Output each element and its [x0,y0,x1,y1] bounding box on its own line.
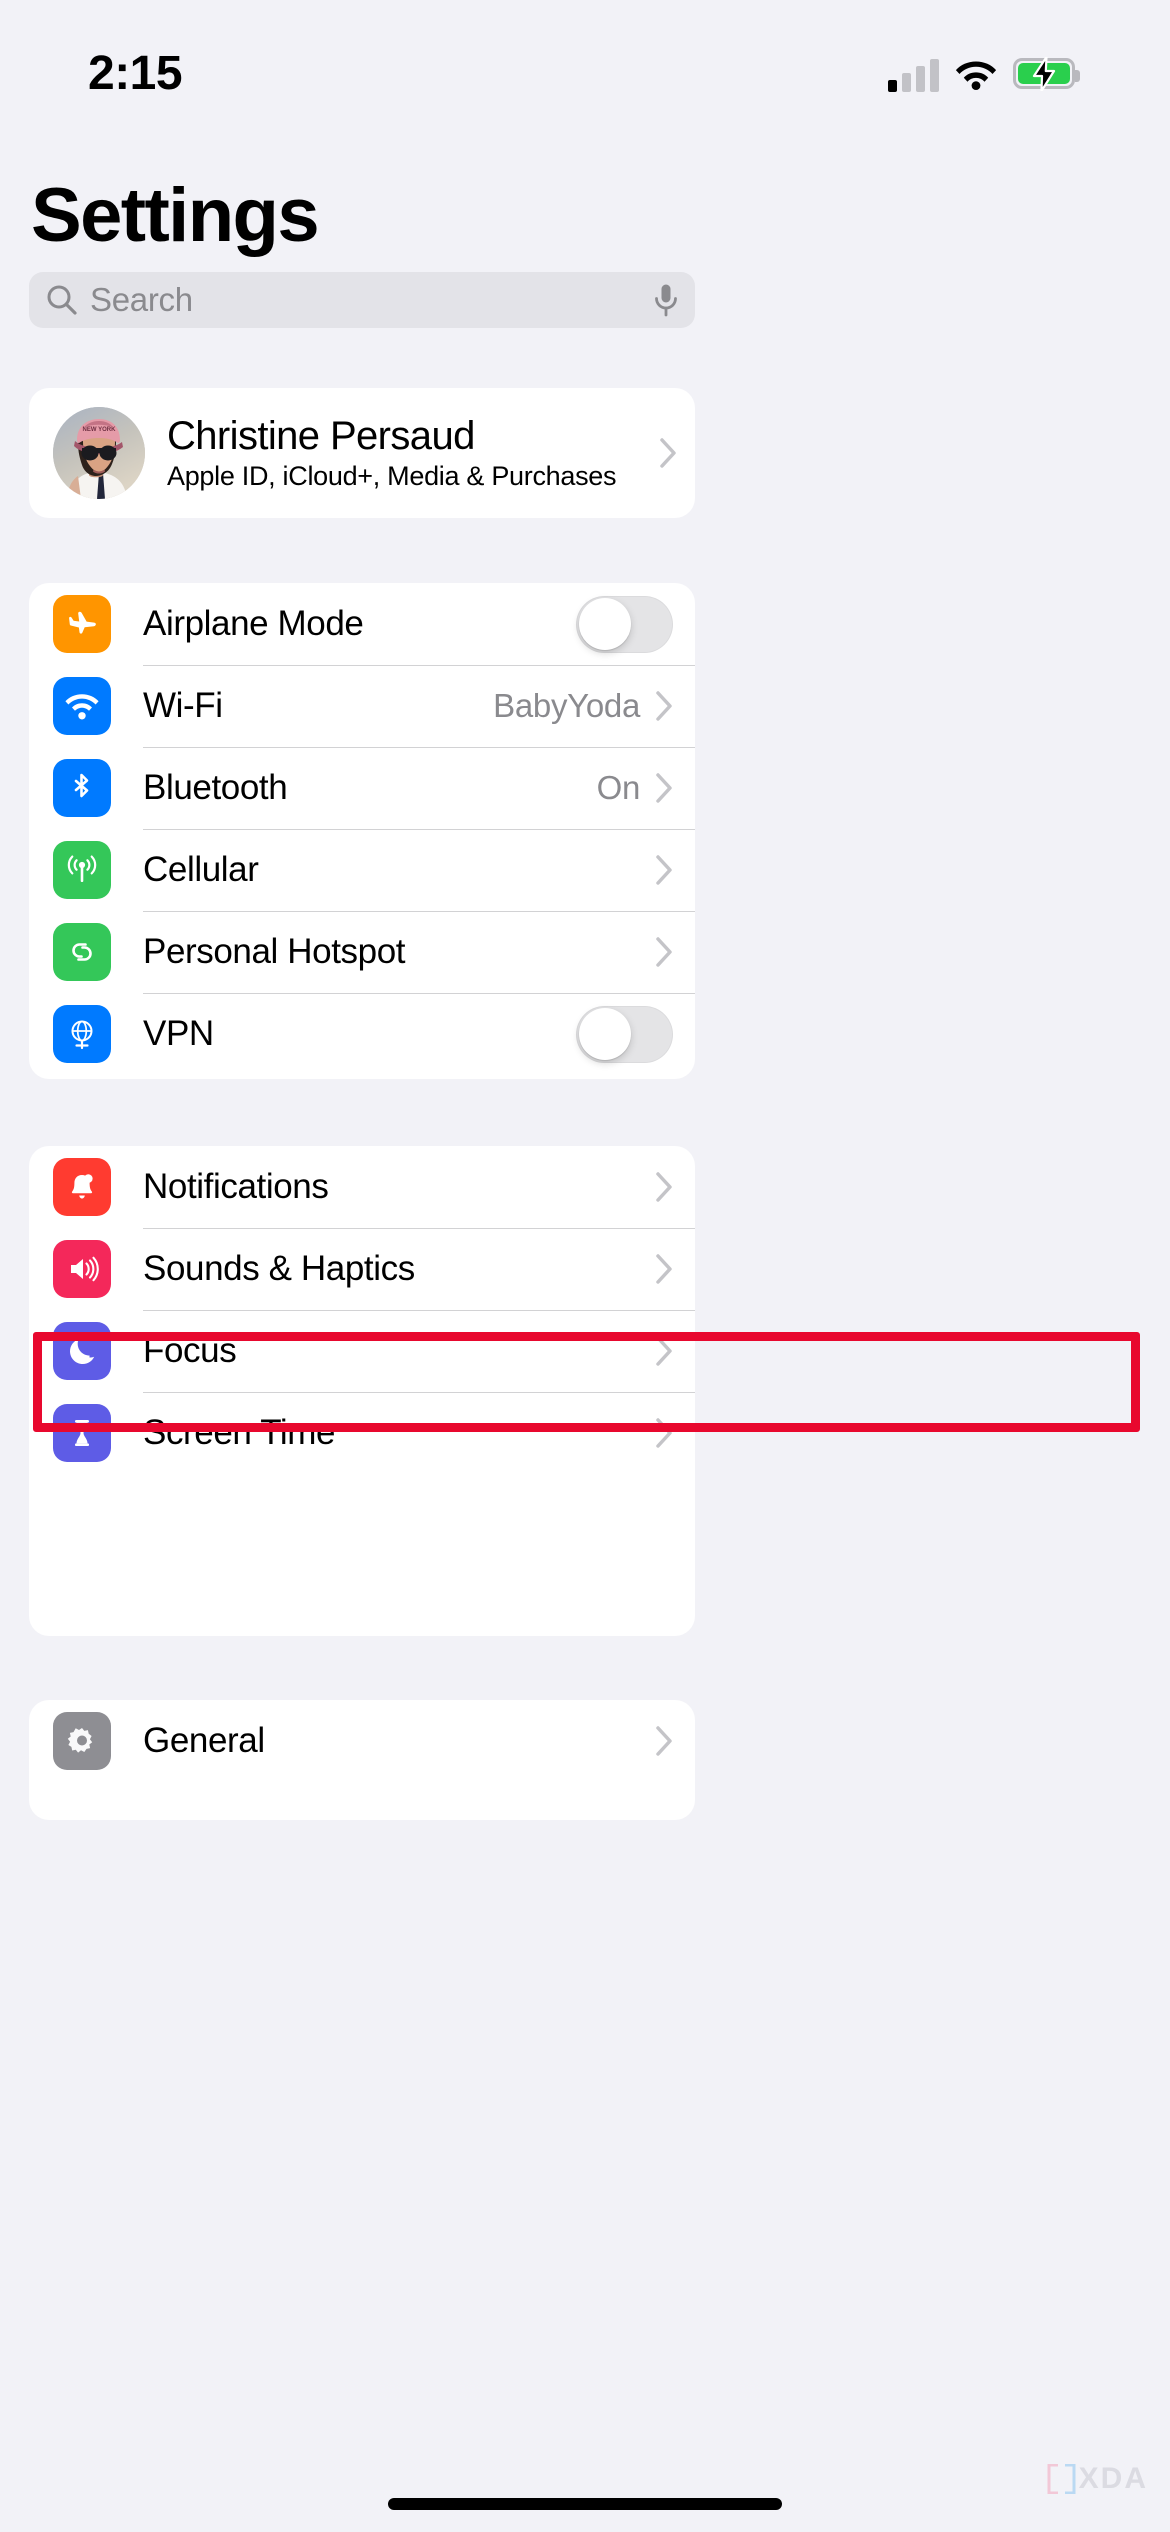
cellular-signal-icon [888,56,939,92]
settings-row-screen-time[interactable]: Screen Time [29,1392,695,1474]
settings-row-vpn[interactable]: VPN [29,993,695,1075]
settings-row-notifications[interactable]: Notifications [29,1146,695,1228]
speaker-icon [53,1240,111,1298]
wifi-icon [53,677,111,735]
watermark-bracket-icon [1047,2464,1058,2494]
airplane-icon [53,595,111,653]
row-label: Wi-Fi [143,686,223,725]
airplane-mode-toggle[interactable] [576,595,673,653]
settings-group-system: General [29,1700,695,1820]
row-label: VPN [143,1014,214,1053]
settings-row-cellular[interactable]: Cellular [29,829,695,911]
chevron-right-icon [660,438,676,468]
chevron-right-icon [656,773,672,803]
battery-icon [1013,56,1080,91]
settings-row-wifi[interactable]: Wi-Fi BabyYoda [29,665,695,747]
bluetooth-status-value: On [596,769,641,806]
settings-row-focus[interactable]: Focus [29,1310,695,1392]
apple-id-card[interactable]: NEW YORK Christine Persaud Apple ID, iCl… [29,388,695,518]
row-label: Screen Time [143,1413,336,1452]
row-label: Bluetooth [143,768,288,807]
settings-row-personal-hotspot[interactable]: Personal Hotspot [29,911,695,993]
row-label: Sounds & Haptics [143,1249,415,1288]
settings-row-airplane-mode[interactable]: Airplane Mode [29,583,695,665]
hourglass-icon [53,1404,111,1462]
profile-subtitle: Apple ID, iCloud+, Media & Purchases [167,461,617,492]
chevron-right-icon [656,1336,672,1366]
gear-icon [53,1712,111,1770]
watermark: XDA [1047,2464,1148,2494]
search-input[interactable]: Search [29,272,695,328]
page-title: Settings [31,173,320,258]
row-label: General [143,1721,265,1760]
home-indicator[interactable] [388,2498,782,2510]
wifi-icon [955,61,997,90]
search-placeholder: Search [90,281,193,318]
svg-text:NEW YORK: NEW YORK [83,427,117,433]
vpn-toggle[interactable] [576,1005,673,1063]
hotspot-icon [53,923,111,981]
chevron-right-icon [656,1418,672,1448]
chevron-right-icon [656,855,672,885]
wifi-network-value: BabyYoda [493,687,640,724]
moon-icon [53,1322,111,1380]
chevron-right-icon [656,691,672,721]
settings-group-connectivity: Airplane Mode Wi-Fi BabyYoda Bluetooth O… [29,583,695,1079]
watermark-bracket-icon [1064,2464,1076,2494]
apple-id-row[interactable]: NEW YORK Christine Persaud Apple ID, iCl… [29,388,695,518]
row-label: Cellular [143,850,259,889]
bell-icon [53,1158,111,1216]
settings-row-general[interactable]: General [29,1700,695,1782]
chevron-right-icon [656,937,672,967]
avatar-photo: NEW YORK [53,407,145,499]
settings-group-notifications: Notifications Sounds & Haptics Focus Scr… [29,1146,695,1636]
row-label: Focus [143,1331,237,1370]
chevron-right-icon [656,1254,672,1284]
microphone-icon[interactable] [653,283,679,317]
profile-name: Christine Persaud [167,413,475,458]
antenna-icon [53,841,111,899]
charging-bolt-icon [1032,56,1056,91]
watermark-text: XDA [1078,2462,1148,2495]
row-label: Airplane Mode [143,604,364,643]
row-label: Personal Hotspot [143,932,406,971]
status-time: 2:15 [88,47,183,100]
search-icon [47,285,77,315]
status-indicators [888,56,1080,92]
bluetooth-icon [53,759,111,817]
status-bar: 2:15 [0,0,1170,125]
chevron-right-icon [656,1726,672,1756]
apple-id-text: Christine Persaud Apple ID, iCloud+, Med… [167,414,660,493]
settings-row-bluetooth[interactable]: Bluetooth On [29,747,695,829]
row-label: Notifications [143,1167,329,1206]
settings-row-sounds-haptics[interactable]: Sounds & Haptics [29,1228,695,1310]
avatar: NEW YORK [53,407,145,499]
globe-icon [53,1005,111,1063]
chevron-right-icon [656,1172,672,1202]
